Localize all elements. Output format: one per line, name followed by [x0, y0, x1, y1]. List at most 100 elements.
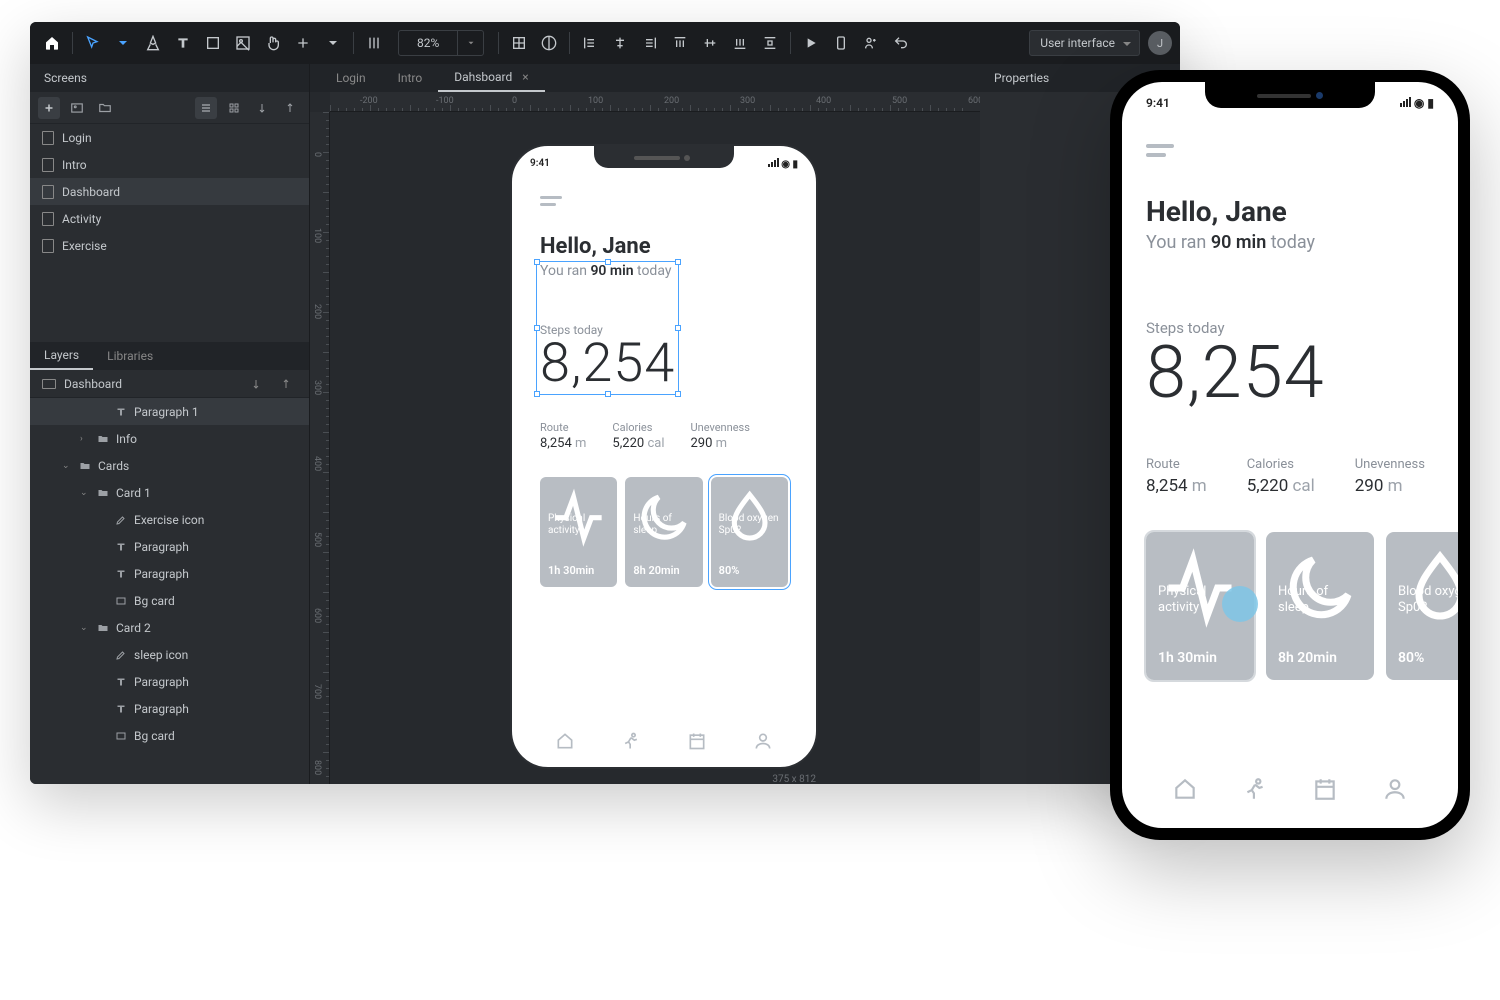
hand-tool-icon[interactable]	[259, 29, 287, 57]
undo-icon[interactable]	[887, 29, 915, 57]
preview-stats-row: Route8,254 mCalories5,220 calUnevenness2…	[1146, 457, 1434, 496]
preview-nav-run-icon[interactable]	[1242, 776, 1268, 802]
preview-nav-home-icon[interactable]	[1172, 776, 1198, 802]
metric-card[interactable]: Hours of sleep8h 20min	[625, 477, 702, 587]
nav-profile-icon[interactable]	[753, 731, 773, 751]
hamburger-icon[interactable]	[540, 196, 562, 206]
layer-item[interactable]: sleep icon	[30, 641, 309, 668]
screen-item[interactable]: Activity	[30, 205, 309, 232]
contrast-icon[interactable]	[535, 29, 563, 57]
nav-home-icon[interactable]	[555, 731, 575, 751]
artboard-frame[interactable]: 9:41 ◉ ▮ Hello, Jane You ran 90 min toda…	[510, 144, 818, 769]
cards-row: Physical activity1h 30minHours of sleep8…	[540, 477, 788, 587]
pointer-tool-icon[interactable]	[79, 29, 107, 57]
layer-item[interactable]: ⌄Card 2	[30, 614, 309, 641]
stat-block: Unevenness290 m	[690, 421, 749, 451]
sort-up-icon[interactable]	[279, 97, 301, 119]
metric-card[interactable]: Hours of sleep8h 20min	[1266, 532, 1374, 680]
metric-card[interactable]: Blood oxygen Sp0280%	[711, 477, 788, 587]
frame-size-label: 375 x 812	[772, 774, 816, 784]
design-editor-window: 82% User interface J Scre	[30, 22, 1180, 784]
preview-nav-calendar-icon[interactable]	[1312, 776, 1338, 802]
folder-add-icon[interactable]	[94, 97, 116, 119]
tab-libraries[interactable]: Libraries	[93, 342, 167, 370]
columns-icon[interactable]	[360, 29, 388, 57]
distribute-icon[interactable]	[756, 29, 784, 57]
layers-tree: Paragraph 1›Info⌄Cards⌄Card 1Exercise ic…	[30, 398, 309, 784]
align-bottom-icon[interactable]	[726, 29, 754, 57]
home-icon[interactable]	[38, 29, 66, 57]
image-tool-icon[interactable]	[229, 29, 257, 57]
layer-item[interactable]: Exercise icon	[30, 506, 309, 533]
align-vcenter-icon[interactable]	[696, 29, 724, 57]
align-hcenter-icon[interactable]	[606, 29, 634, 57]
add-dropdown-icon[interactable]	[319, 29, 347, 57]
touch-indicator	[1222, 586, 1258, 622]
preview-nav-profile-icon[interactable]	[1382, 776, 1408, 802]
sort-down-icon[interactable]	[251, 97, 273, 119]
align-left-icon[interactable]	[576, 29, 604, 57]
preview-status-time: 9:41	[1146, 96, 1170, 110]
metric-card[interactable]: Blood oxygen Sp0280%	[1386, 532, 1458, 680]
zoom-value: 82%	[399, 36, 457, 50]
nav-calendar-icon[interactable]	[687, 731, 707, 751]
preview-cards-row: Physical activity1h 30minHours of sleep8…	[1146, 532, 1434, 680]
doc-tab[interactable]: Intro	[382, 64, 439, 92]
stat-block: Calories5,220 cal	[1247, 457, 1315, 496]
rect-tool-icon[interactable]	[199, 29, 227, 57]
view-mode-select[interactable]: User interface	[1029, 30, 1140, 56]
doc-tab[interactable]: Login	[320, 64, 382, 92]
nav-run-icon[interactable]	[621, 731, 641, 751]
screen-item[interactable]: Login	[30, 124, 309, 151]
device-icon[interactable]	[827, 29, 855, 57]
stats-row: Route8,254 mCalories5,220 calUnevenness2…	[540, 421, 788, 451]
layer-item[interactable]: ›Info	[30, 425, 309, 452]
collapse-up-icon[interactable]	[275, 373, 297, 395]
layer-item[interactable]: Paragraph	[30, 560, 309, 587]
align-top-icon[interactable]	[666, 29, 694, 57]
play-icon[interactable]	[797, 29, 825, 57]
image-placeholder-icon[interactable]	[66, 97, 88, 119]
top-toolbar: 82% User interface J	[30, 22, 1180, 64]
add-screen-icon[interactable]	[38, 97, 60, 119]
grid-toggle-icon[interactable]	[505, 29, 533, 57]
collapse-down-icon[interactable]	[245, 373, 267, 395]
screen-item[interactable]: Dashboard	[30, 178, 309, 205]
status-time: 9:41	[530, 158, 550, 170]
canvas-area[interactable]: LoginIntroDahsboard × -200-1000100200300…	[310, 64, 980, 784]
screen-item[interactable]: Intro	[30, 151, 309, 178]
zoom-control[interactable]: 82%	[398, 30, 484, 56]
stat-block: Route8,254 m	[1146, 457, 1207, 496]
layer-item[interactable]: Paragraph	[30, 533, 309, 560]
pointer-dropdown-icon[interactable]	[109, 29, 137, 57]
share-icon[interactable]	[857, 29, 885, 57]
layer-item[interactable]: Bg card	[30, 722, 309, 749]
add-tool-icon[interactable]	[289, 29, 317, 57]
screen-item[interactable]: Exercise	[30, 232, 309, 259]
frame-icon	[42, 379, 56, 389]
metric-card[interactable]: Physical activity1h 30min	[540, 477, 617, 587]
doc-tab[interactable]: Dahsboard ×	[438, 64, 544, 92]
layer-item[interactable]: Paragraph 1	[30, 398, 309, 425]
text-tool-icon[interactable]	[169, 29, 197, 57]
grid-view-icon[interactable]	[223, 97, 245, 119]
user-avatar[interactable]: J	[1148, 31, 1172, 55]
layer-item[interactable]: ⌄Cards	[30, 452, 309, 479]
layers-root: Dashboard	[64, 377, 122, 391]
layer-item[interactable]: ⌄Card 1	[30, 479, 309, 506]
align-right-icon[interactable]	[636, 29, 664, 57]
screens-list: LoginIntroDashboardActivityExercise	[30, 124, 309, 342]
preview-steps-value: 8,254	[1146, 337, 1434, 409]
layer-item[interactable]: Bg card	[30, 587, 309, 614]
zoom-dropdown-icon[interactable]	[457, 31, 483, 55]
stat-block: Calories5,220 cal	[612, 421, 664, 451]
preview-hamburger-icon[interactable]	[1146, 144, 1174, 157]
layer-item[interactable]: Paragraph	[30, 695, 309, 722]
ruler-vertical: 0100200300400500600700800	[310, 112, 330, 784]
preview-bottom-nav	[1150, 776, 1430, 802]
pen-tool-icon[interactable]	[139, 29, 167, 57]
tab-layers[interactable]: Layers	[30, 342, 93, 370]
preview-status-icons: ◉ ▮	[1400, 96, 1434, 110]
layer-item[interactable]: Paragraph	[30, 668, 309, 695]
list-view-icon[interactable]	[195, 97, 217, 119]
